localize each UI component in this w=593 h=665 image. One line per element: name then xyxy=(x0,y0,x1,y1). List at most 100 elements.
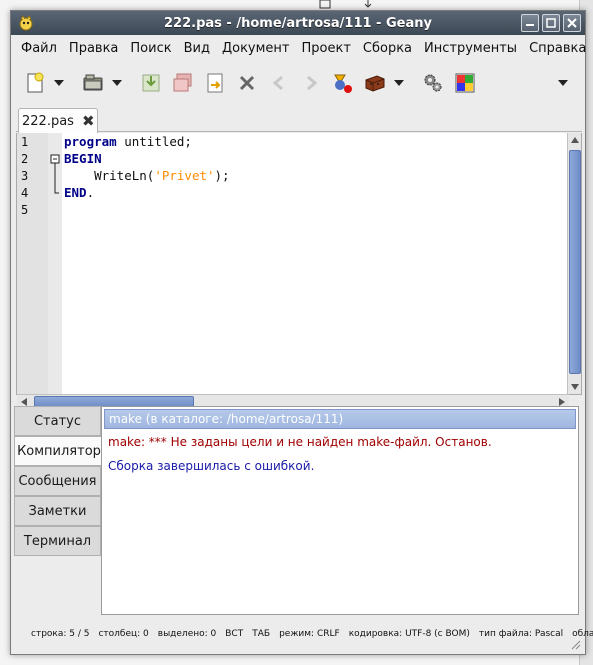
new-file-button[interactable] xyxy=(19,67,51,99)
revert-button[interactable] xyxy=(199,67,231,99)
tab-compiler[interactable]: Компилятор xyxy=(14,436,103,466)
message-window-tabs: Статус Компилятор Сообщения Заметки Терм… xyxy=(14,406,104,556)
new-file-dropdown[interactable] xyxy=(51,67,67,99)
editor-area: 222.pas ✖ 1 2 3 4 5 program untitled; BE… xyxy=(16,106,582,408)
code-line: BEGIN xyxy=(64,151,102,166)
save-icon xyxy=(142,74,160,92)
status-indent-mode: ТАБ xyxy=(252,629,271,639)
tab-notes[interactable]: Заметки xyxy=(14,496,101,526)
save-all-button[interactable] xyxy=(167,67,199,99)
code-line: WriteLn('Privet'); xyxy=(64,168,230,183)
status-eol-mode: режим: CRLF xyxy=(279,629,340,639)
build-dropdown[interactable] xyxy=(391,67,407,99)
menu-bar: Файл Правка Поиск Вид Документ Проект Сб… xyxy=(11,35,586,61)
navigate-forward-icon xyxy=(307,75,318,91)
vertical-scrollbar[interactable] xyxy=(567,133,581,394)
revert-icon xyxy=(207,73,223,93)
code-keyword: END xyxy=(64,185,87,200)
code-keyword: BEGIN xyxy=(64,151,102,166)
line-number-gutter: 1 2 3 4 5 xyxy=(17,133,62,394)
compile-button[interactable] xyxy=(327,67,359,99)
arrow-down-icon xyxy=(571,384,579,390)
toolbar xyxy=(11,63,585,103)
code-string: 'Privet' xyxy=(154,168,215,183)
scroll-down-arrow[interactable] xyxy=(568,380,582,394)
line-number: 3 xyxy=(21,169,29,183)
save-all-icon xyxy=(173,73,192,92)
build-button[interactable] xyxy=(359,67,391,99)
navigate-forward-button[interactable] xyxy=(295,67,327,99)
code-editor[interactable]: 1 2 3 4 5 program untitled; BEGIN WriteL… xyxy=(16,133,582,408)
compiler-output-panel[interactable]: make (в каталоге: /home/artrosa/111) mak… xyxy=(101,406,579,615)
window-title: 222.pas - /home/artrosa/111 - Geany xyxy=(164,15,432,31)
tab-status[interactable]: Статус xyxy=(14,406,101,436)
code-line: program untitled; xyxy=(64,134,192,149)
close-file-button[interactable] xyxy=(231,67,263,99)
menu-view[interactable]: Вид xyxy=(178,41,216,56)
status-insert-mode: ВСТ xyxy=(225,629,244,639)
menu-build[interactable]: Сборка xyxy=(357,41,418,56)
line-number: 1 xyxy=(21,135,29,149)
code-text: ); xyxy=(214,168,230,183)
color-chooser-button[interactable] xyxy=(449,67,481,99)
code-text: . xyxy=(86,185,95,200)
close-file-icon xyxy=(239,75,255,91)
compiler-info-line[interactable]: Сборка завершилась с ошибкой. xyxy=(108,459,314,473)
color-chooser-icon xyxy=(455,73,475,93)
close-icon xyxy=(567,18,577,28)
title-bar[interactable]: 222.pas - /home/artrosa/111 - Geany xyxy=(11,11,585,35)
code-line: END. xyxy=(64,185,94,200)
document-tab[interactable]: 222.pas ✖ xyxy=(18,108,98,133)
code-text: WriteLn( xyxy=(64,168,155,183)
open-file-icon xyxy=(83,74,103,91)
menu-project[interactable]: Проект xyxy=(296,41,357,56)
document-tab-label: 222.pas xyxy=(22,113,74,129)
menu-tools[interactable]: Инструменты xyxy=(418,41,523,56)
status-column: столбец: 0 xyxy=(98,629,149,639)
status-bar: строка: 5 / 5 столбец: 0 выделено: 0 ВСТ… xyxy=(11,614,593,654)
maximize-button[interactable] xyxy=(542,14,560,32)
minimize-button[interactable] xyxy=(521,14,539,32)
arrow-right-icon xyxy=(559,398,565,406)
arrow-left-icon xyxy=(21,398,27,406)
open-file-dropdown[interactable] xyxy=(109,67,125,99)
save-button[interactable] xyxy=(135,67,167,99)
scroll-up-arrow[interactable] xyxy=(568,133,582,147)
build-icon xyxy=(365,75,385,92)
vertical-scroll-thumb[interactable] xyxy=(569,150,581,374)
compiler-error-line[interactable]: make: *** Не заданы цели и не найден mak… xyxy=(108,435,492,449)
status-encoding: кодировка: UTF-8 (с BOM) xyxy=(348,629,470,639)
close-tab-icon[interactable]: ✖ xyxy=(82,112,95,130)
resize-grip-icon[interactable] xyxy=(569,638,581,650)
line-number: 4 xyxy=(21,186,29,200)
line-number: 2 xyxy=(21,152,29,166)
compile-icon xyxy=(334,74,352,93)
preferences-icon xyxy=(424,74,442,92)
tab-terminal[interactable]: Терминал xyxy=(14,526,101,556)
close-window-button[interactable] xyxy=(563,14,581,32)
minimize-icon xyxy=(526,24,534,26)
status-filetype: тип файла: Pascal xyxy=(478,629,564,639)
menu-edit[interactable]: Правка xyxy=(63,41,124,56)
code-text: untitled; xyxy=(116,134,192,149)
geany-window: 222.pas - /home/artrosa/111 - Geany Файл… xyxy=(10,10,593,655)
new-file-icon xyxy=(27,72,44,93)
status-line: строка: 5 / 5 xyxy=(31,629,90,639)
preferences-button[interactable] xyxy=(417,67,449,99)
maximize-icon xyxy=(546,18,556,28)
navigate-back-button[interactable] xyxy=(263,67,295,99)
document-tabstrip: 222.pas ✖ xyxy=(16,106,582,133)
status-selection: выделено: 0 xyxy=(157,629,217,639)
fold-minus-icon[interactable] xyxy=(48,133,62,213)
menu-file[interactable]: Файл xyxy=(15,41,63,56)
code-keyword: program xyxy=(64,134,117,149)
tab-messages[interactable]: Сообщения xyxy=(14,466,101,496)
navigate-back-icon xyxy=(272,75,283,91)
desktop-top-icons xyxy=(319,0,372,9)
menu-document[interactable]: Документ xyxy=(216,41,296,56)
compiler-output-header[interactable]: make (в каталоге: /home/artrosa/111) xyxy=(104,409,576,429)
menu-search[interactable]: Поиск xyxy=(124,41,177,56)
open-file-button[interactable] xyxy=(77,67,109,99)
toolbar-overflow-dropdown[interactable] xyxy=(555,67,571,99)
menu-help[interactable]: Справка xyxy=(523,41,592,56)
